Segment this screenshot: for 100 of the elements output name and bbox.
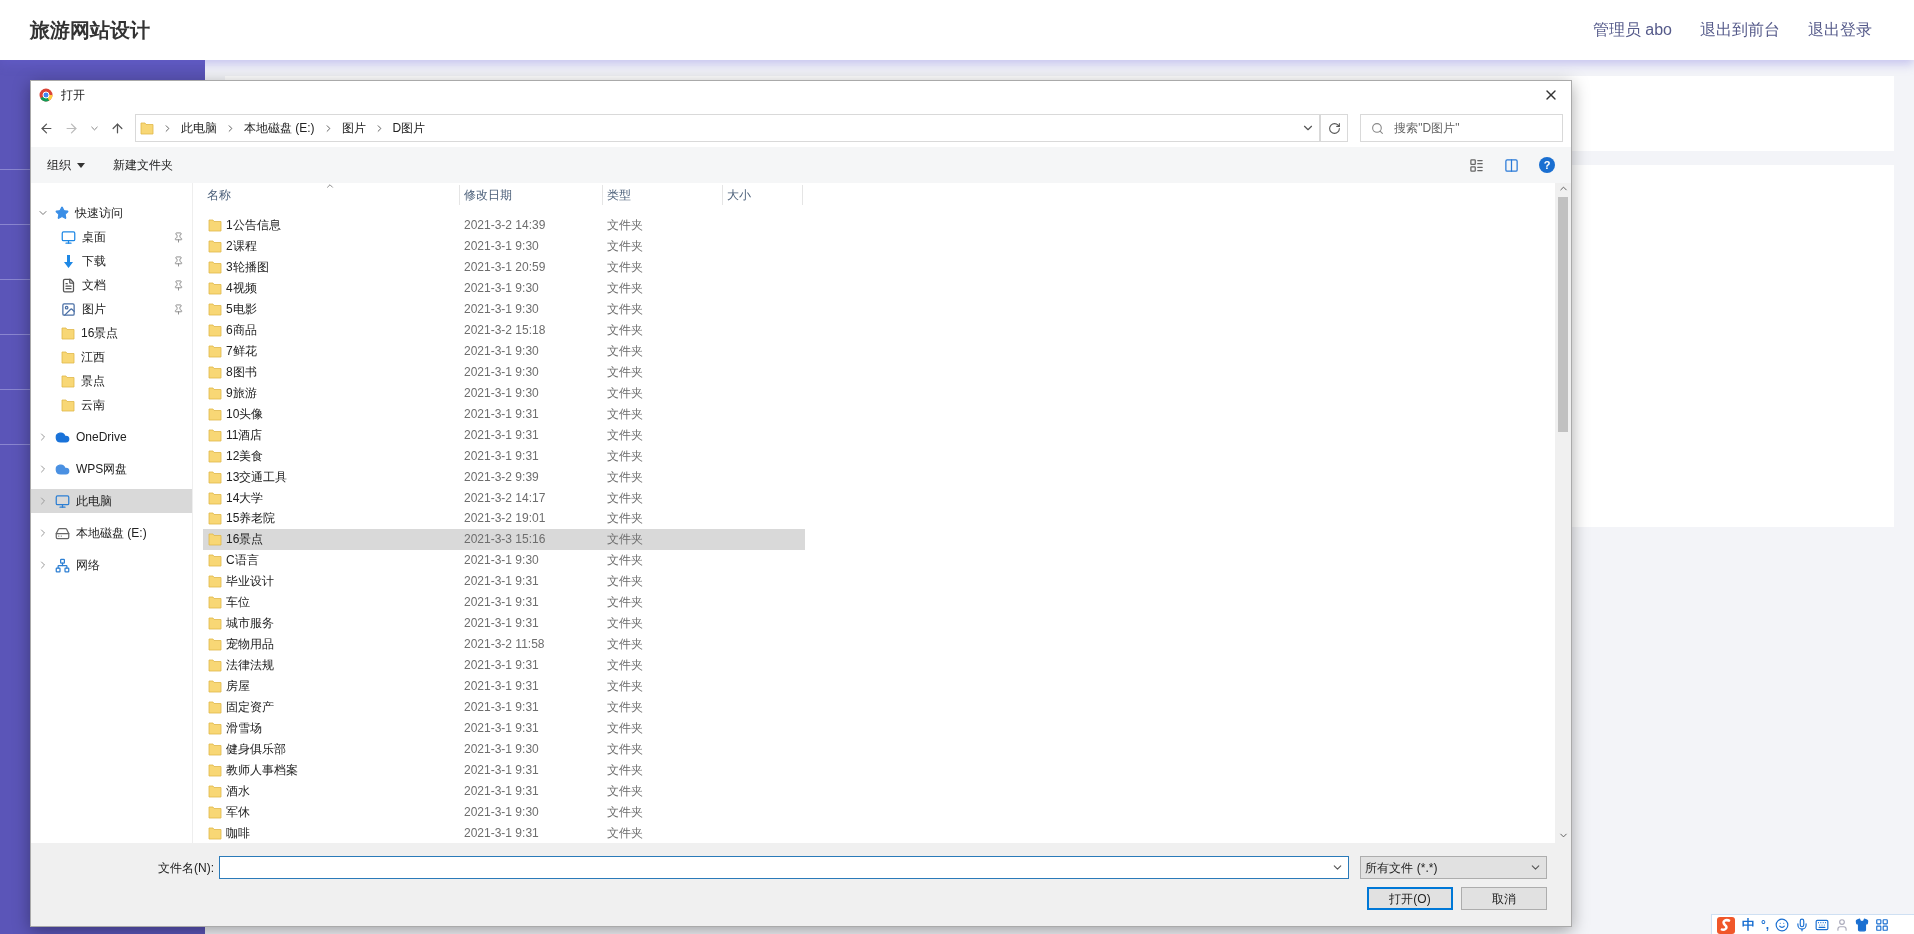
back-icon[interactable] [39,120,54,136]
search-icon [1371,121,1385,135]
dialog-button[interactable]: 取消 [1461,887,1547,910]
nav-item[interactable]: 文档 [31,273,192,297]
file-row[interactable]: 固定资产 2021-3-1 9:31 文件夹 [203,696,805,718]
column-header[interactable]: 名称 [203,185,460,205]
nav-item[interactable]: 江西 [31,345,192,369]
file-row[interactable]: 9旅游 2021-3-1 9:30 文件夹 [203,382,805,404]
nav-item[interactable]: 图片 [31,297,192,321]
column-header[interactable]: 修改日期 [460,185,603,205]
dialog-button[interactable]: 打开(O) [1367,887,1453,910]
pin-icon [173,231,184,243]
nav-label: 此电脑 [76,493,113,510]
file-row[interactable]: 宠物用品 2021-3-2 11:58 文件夹 [203,633,805,655]
filename-field[interactable] [219,856,1350,879]
header-link[interactable]: 管理员 abo [1592,18,1672,42]
address-crumb[interactable]: 此电脑 [180,119,217,137]
file-row[interactable]: 11酒店 2021-3-1 9:31 文件夹 [203,424,805,446]
header-link[interactable]: 退出到前台 [1700,18,1780,42]
file-row[interactable]: 13交通工具 2021-3-2 9:39 文件夹 [203,466,805,488]
scrollbar[interactable] [1555,183,1571,843]
search-input[interactable]: 搜索"D图片" [1394,119,1552,137]
file-row[interactable]: 健身俱乐部 2021-3-1 9:30 文件夹 [203,738,805,760]
microphone-icon[interactable] [1795,917,1810,932]
network-icon [55,557,70,573]
file-row[interactable]: 10头像 2021-3-1 9:31 文件夹 [203,403,805,425]
file-row[interactable]: 城市服务 2021-3-1 9:31 文件夹 [203,612,805,634]
file-row[interactable]: 6商品 2021-3-2 15:18 文件夹 [203,319,805,341]
folder-icon [208,239,222,254]
nav-item[interactable]: WPS网盘 [31,457,192,481]
forward-icon[interactable] [64,120,79,136]
file-row[interactable]: 滑雪场 2021-3-1 9:31 文件夹 [203,717,805,739]
organize-menu[interactable]: 组织 [47,156,85,174]
file-name: 6商品 [226,322,257,340]
nav-item[interactable]: 景点 [31,369,192,393]
nav-item[interactable]: 此电脑 [31,489,192,513]
nav-item[interactable]: 云南 [31,393,192,417]
new-folder-button[interactable]: 新建文件夹 [113,156,173,174]
nav-item[interactable]: 桌面 [31,225,192,249]
header-link[interactable]: 退出登录 [1808,18,1872,42]
file-row[interactable]: 14大学 2021-3-2 14:17 文件夹 [203,487,805,508]
file-row[interactable]: 2课程 2021-3-1 9:30 文件夹 [203,235,805,257]
file-row[interactable]: 房屋 2021-3-1 9:31 文件夹 [203,675,805,697]
file-row[interactable]: 3轮播图 2021-3-1 20:59 文件夹 [203,256,805,278]
file-row[interactable]: 8图书 2021-3-1 9:30 文件夹 [203,361,805,383]
file-row[interactable]: 1公告信息 2021-3-2 14:39 文件夹 [203,214,805,236]
address-crumb[interactable]: 图片 [341,119,366,137]
search-field[interactable]: 搜索"D图片" [1360,114,1563,142]
file-row[interactable]: 15养老院 2021-3-2 19:01 文件夹 [203,508,805,529]
scroll-thumb[interactable] [1558,197,1568,432]
shirt-icon[interactable] [1855,917,1870,932]
file-row[interactable]: 毕业设计 2021-3-1 9:31 文件夹 [203,570,805,592]
address-bar[interactable]: 此电脑 本地磁盘 (E:) 图片 D图片 [134,114,1321,142]
grid-icon[interactable] [1875,917,1890,932]
file-row[interactable]: 酒水 2021-3-1 9:31 文件夹 [203,780,805,802]
caret-icon [77,162,85,168]
file-row[interactable]: 12美食 2021-3-1 9:31 文件夹 [203,445,805,467]
file-date: 2021-3-1 9:30 [463,363,540,381]
file-row[interactable]: 教师人事档案 2021-3-1 9:31 文件夹 [203,759,805,781]
up-icon[interactable] [109,120,125,136]
person-icon[interactable] [1835,917,1850,932]
file-row[interactable]: 车位 2021-3-1 9:31 文件夹 [203,591,805,613]
keyboard-icon[interactable] [1815,917,1830,932]
nav-item[interactable]: 16景点 [31,321,192,345]
file-date: 2021-3-1 20:59 [463,259,547,277]
file-row[interactable]: 5电影 2021-3-1 9:30 文件夹 [203,298,805,320]
address-crumb[interactable]: D图片 [392,119,426,137]
file-row[interactable]: 法律法规 2021-3-1 9:31 文件夹 [203,654,805,676]
file-row[interactable]: 4视频 2021-3-1 9:30 文件夹 [203,277,805,299]
file-row[interactable]: 咖啡 2021-3-1 9:31 文件夹 [203,822,805,843]
nav-item[interactable]: 本地磁盘 (E:) [31,521,192,545]
file-row[interactable]: 军休 2021-3-1 9:30 文件夹 [203,801,805,823]
nav-item[interactable]: 网络 [31,553,192,577]
file-name: 14大学 [226,489,264,507]
column-header[interactable]: 类型 [603,185,723,205]
nav-item[interactable]: OneDrive [31,425,192,449]
column-header[interactable]: 大小 [723,185,803,205]
dialog-title: 打开 [61,87,85,104]
file-row[interactable]: 16景点 2021-3-3 15:16 文件夹 [203,528,805,550]
ime-mode[interactable]: 中 [1742,914,1755,934]
preview-pane-icon[interactable] [1504,157,1519,173]
file-row[interactable]: 7鲜花 2021-3-1 9:30 文件夹 [203,340,805,362]
file-name: 8图书 [226,363,257,381]
nav-item[interactable]: 下载 [31,249,192,273]
file-type-select[interactable]: 所有文件 (*.*) [1360,856,1547,879]
file-name: 滑雪场 [226,719,262,737]
ime-punctuation[interactable]: °, [1761,915,1770,934]
file-name: 军休 [226,803,250,821]
help-button[interactable]: ? [1539,157,1555,173]
nav-label: OneDrive [76,429,128,446]
file-type: 文件夹 [606,824,644,842]
file-row[interactable]: C语言 2021-3-1 9:30 文件夹 [203,549,805,571]
nav-item[interactable]: 快速访问 [31,201,192,225]
view-icon[interactable] [1469,157,1484,173]
address-crumb[interactable]: 本地磁盘 (E:) [243,119,315,137]
folder-icon [208,825,222,840]
smiley-icon[interactable] [1775,917,1790,932]
file-name: 城市服务 [226,615,274,633]
file-date: 2021-3-1 9:30 [463,803,540,821]
refresh-button[interactable] [1320,114,1349,142]
